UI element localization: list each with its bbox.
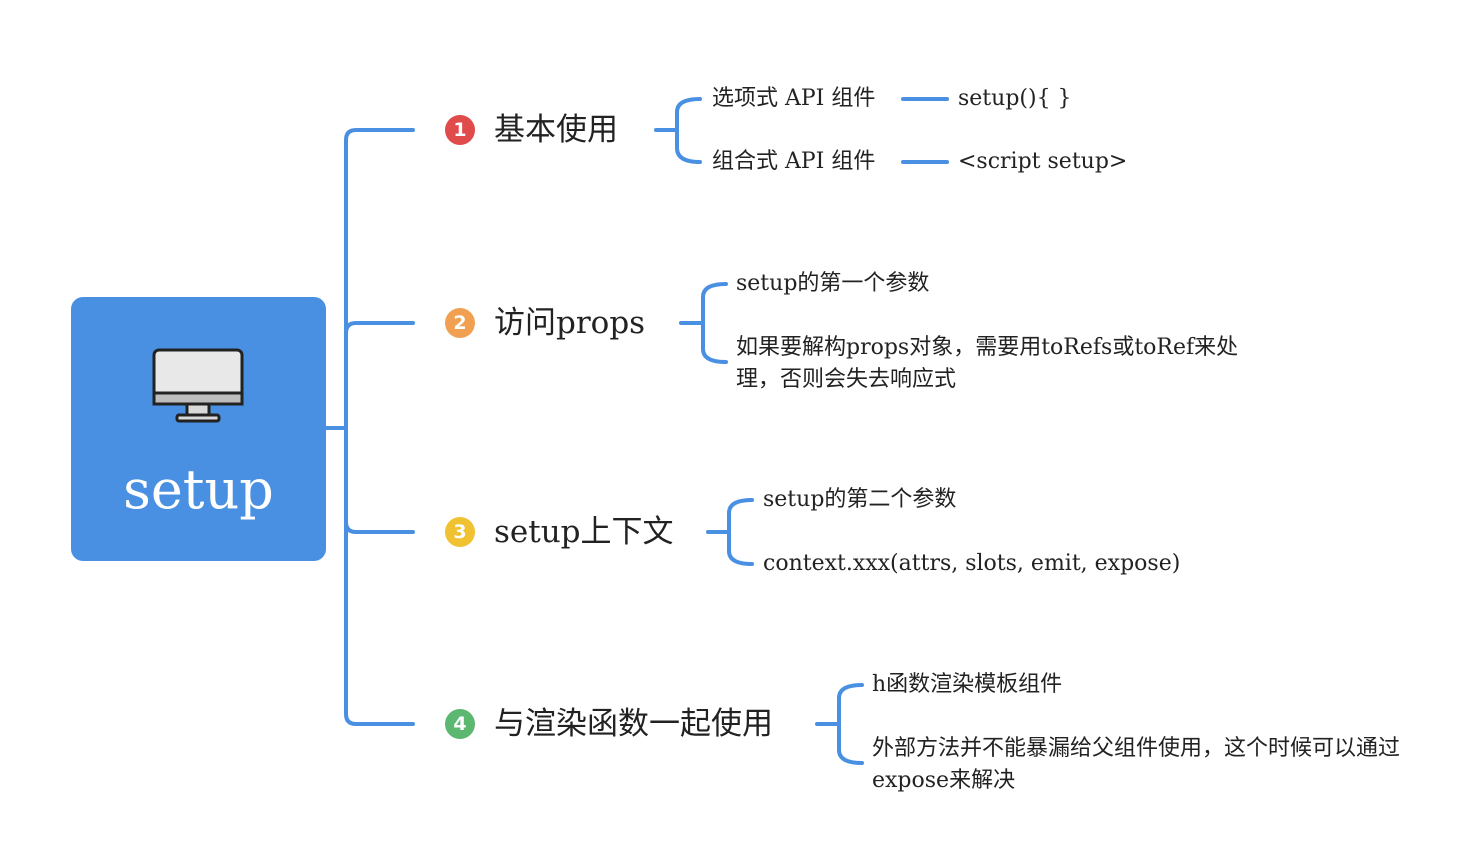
leaf-expose[interactable]: 外部方法并不能暴漏给父组件使用，这个时候可以通过expose来解决 xyxy=(872,733,1412,797)
leaf-destructure-props[interactable]: 如果要解构props对象，需要用toRefs或toRef来处理，否则会失去响应式 xyxy=(736,332,1276,396)
leaf-context-members[interactable]: context.xxx(attrs, slots, emit, expose) xyxy=(763,548,1180,580)
trunk-vertical xyxy=(344,128,415,726)
leaf-options-api-label[interactable]: 选项式 API 组件 xyxy=(712,83,875,115)
leaf-first-param[interactable]: setup的第一个参数 xyxy=(736,268,929,300)
topic-setup-context[interactable]: setup上下文 xyxy=(494,512,674,552)
bracket-branch-2 xyxy=(679,282,728,364)
number-badge-4: 4 xyxy=(445,709,475,739)
topic-basic-usage[interactable]: 基本使用 xyxy=(494,110,618,150)
trunk-branch-2 xyxy=(344,321,415,335)
number-badge-3: 3 xyxy=(445,517,475,547)
bracket-branch-1 xyxy=(654,97,702,164)
desktop-computer-icon xyxy=(152,348,244,423)
topic-render-function[interactable]: 与渲染函数一起使用 xyxy=(494,704,773,744)
number-badge-2: 2 xyxy=(445,308,475,338)
leaf-composition-api-label[interactable]: 组合式 API 组件 xyxy=(712,146,875,178)
root-title: setup xyxy=(123,458,274,521)
number-badge-1: 1 xyxy=(445,115,475,145)
leaf-composition-api-value[interactable]: <script setup> xyxy=(958,146,1127,178)
root-node[interactable]: setup xyxy=(71,297,326,561)
leaf-options-api-value[interactable]: setup(){ } xyxy=(958,83,1072,115)
bracket-branch-3 xyxy=(706,498,754,566)
bracket-branch-4 xyxy=(815,683,864,765)
leaf-second-param[interactable]: setup的第二个参数 xyxy=(763,484,956,516)
trunk-branch-3 xyxy=(344,520,415,534)
leaf-h-function[interactable]: h函数渲染模板组件 xyxy=(872,669,1062,701)
topic-access-props[interactable]: 访问props xyxy=(494,303,645,343)
